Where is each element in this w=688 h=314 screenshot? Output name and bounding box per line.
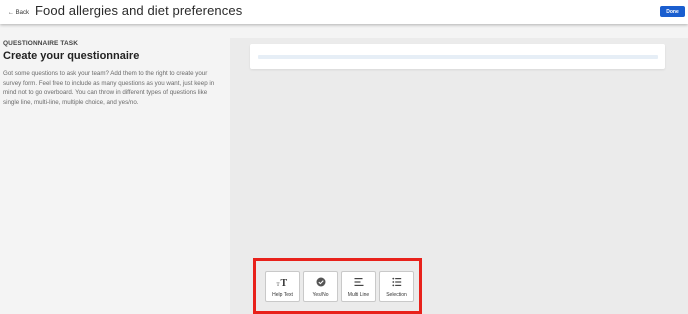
question-placeholder-bar[interactable] — [258, 55, 658, 59]
question-type-toolbox-highlight: T T Help Text Yes/No Multi Line Selectio… — [253, 258, 422, 314]
help-text-label: Help Text — [272, 292, 293, 298]
svg-text:T: T — [276, 283, 279, 287]
done-button[interactable]: Done — [660, 6, 685, 17]
list-icon — [391, 277, 402, 287]
check-circle-icon — [316, 277, 326, 287]
align-left-icon — [354, 277, 364, 287]
text-size-icon: T T — [276, 277, 290, 287]
multi-line-label: Multi Line — [347, 292, 370, 298]
multi-line-button[interactable]: Multi Line — [341, 271, 376, 302]
page-title: Food allergies and diet preferences — [35, 3, 243, 18]
selection-label: Selection — [386, 292, 407, 298]
selection-button[interactable]: Selection — [379, 271, 414, 302]
top-bar: ← Back Food allergies and diet preferenc… — [0, 0, 688, 24]
yes-no-label: Yes/No — [312, 292, 329, 298]
svg-text:T: T — [280, 278, 287, 287]
back-link[interactable]: ← Back — [8, 10, 29, 16]
task-heading: Create your questionnaire — [3, 50, 140, 62]
question-type-toolbox: T T Help Text Yes/No Multi Line Selectio… — [265, 271, 414, 302]
task-description: Got some questions to ask your team? Add… — [3, 70, 215, 106]
task-eyebrow: QUESTIONNAIRE TASK — [3, 40, 78, 47]
question-card[interactable] — [250, 44, 665, 69]
yes-no-button[interactable]: Yes/No — [303, 271, 338, 302]
help-text-button[interactable]: T T Help Text — [265, 271, 300, 302]
task-instructions-panel: QUESTIONNAIRE TASK Create your questionn… — [3, 40, 225, 107]
